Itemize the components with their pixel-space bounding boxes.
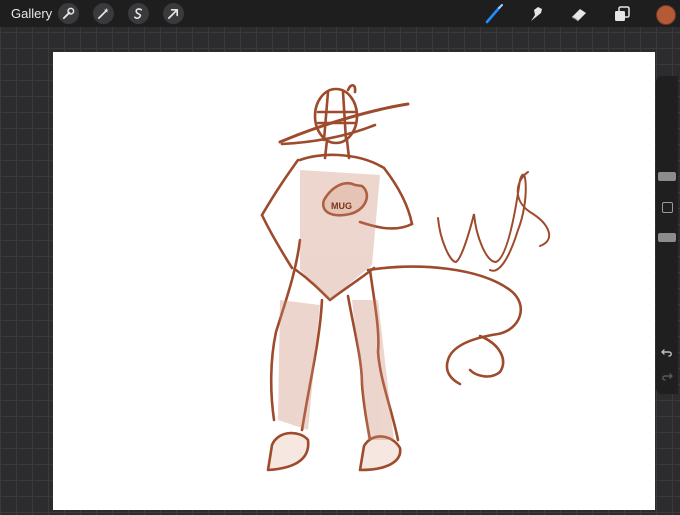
actions-button[interactable]: [58, 3, 79, 24]
redo-icon: [662, 373, 673, 381]
side-controls: [656, 76, 678, 394]
brush-icon: [485, 4, 503, 24]
brush-size-slider[interactable]: [658, 172, 676, 181]
undo-icon: [661, 349, 672, 357]
character-sketch: MUG: [260, 84, 551, 472]
selection-s-icon: [133, 8, 143, 20]
eraser-icon: [571, 9, 586, 22]
smudge-button[interactable]: [526, 3, 548, 25]
smudge-icon: [531, 7, 542, 21]
eraser-button[interactable]: [568, 3, 590, 25]
mug-label: MUG: [331, 201, 352, 211]
wrench-icon: [62, 7, 75, 20]
brush-button[interactable]: [483, 3, 505, 25]
gallery-button[interactable]: Gallery: [11, 6, 52, 21]
transform-button[interactable]: [163, 3, 184, 24]
opacity-slider[interactable]: [658, 233, 676, 242]
selection-button[interactable]: [128, 3, 149, 24]
redo-button[interactable]: [659, 368, 675, 384]
top-toolbar: Gallery: [0, 0, 680, 27]
undo-button[interactable]: [659, 344, 675, 360]
adjustments-button[interactable]: [93, 3, 114, 24]
drawing-canvas[interactable]: MUG: [53, 52, 655, 510]
layers-button[interactable]: [611, 3, 633, 25]
color-picker-button[interactable]: [656, 5, 676, 25]
signature-scribble: [437, 171, 551, 272]
layers-icon: [615, 6, 630, 21]
modify-button[interactable]: [662, 202, 673, 213]
magic-wand-icon: [98, 7, 109, 19]
transform-arrow-icon: [168, 8, 179, 19]
